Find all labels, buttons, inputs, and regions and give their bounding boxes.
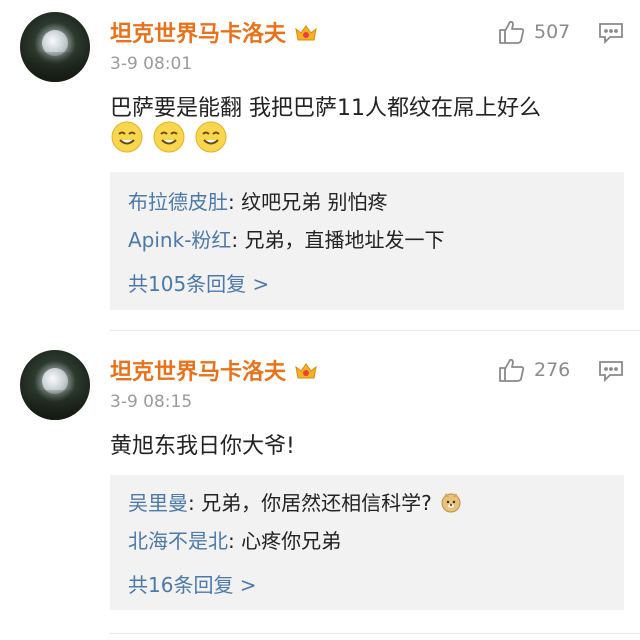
- doge-icon: [441, 493, 461, 513]
- comment-item: 坦克世界马卡洛夫 3-9 08:15 276 黄旭东我日你大爷! 吴里曼: 兄弟…: [0, 340, 640, 640]
- comment-time: 3-9 08:01: [110, 54, 193, 74]
- reply-username[interactable]: 吴里曼: [128, 491, 188, 515]
- reply-item[interactable]: 吴里曼: 兄弟，你居然还相信科学?: [128, 487, 462, 516]
- reply-item[interactable]: Apink-粉红: 兄弟，直播地址发一下: [128, 224, 445, 253]
- reply-box[interactable]: 布拉德皮肚: 纹吧兄弟 别怕疼 Apink-粉红: 兄弟，直播地址发一下 共10…: [110, 172, 624, 310]
- avatar[interactable]: [20, 350, 90, 420]
- reply-box[interactable]: 吴里曼: 兄弟，你居然还相信科学? 北海不是北: 心疼你兄弟 共16条回复 >: [110, 475, 624, 610]
- grin-face-icon: [111, 121, 143, 153]
- reply-text: 兄弟，你居然还相信科学?: [201, 491, 432, 515]
- username-text[interactable]: 坦克世界马卡洛夫: [110, 360, 286, 385]
- reply-username[interactable]: 北海不是北: [128, 529, 228, 553]
- username-text[interactable]: 坦克世界马卡洛夫: [110, 22, 286, 47]
- comment-bubble-icon: [599, 361, 623, 383]
- reply-text: 兄弟，直播地址发一下: [244, 228, 445, 252]
- comment-item: 坦克世界马卡洛夫 3-9 08:01 507 巴萨要是能翻 我把巴萨11人都纹在…: [0, 0, 640, 330]
- grin-face-icon: [153, 121, 185, 153]
- reply-separator: :: [228, 190, 242, 214]
- comment-button[interactable]: [598, 22, 624, 48]
- emoji-row: [110, 120, 228, 154]
- more-replies-link[interactable]: 共105条回复 >: [128, 268, 269, 297]
- reply-item[interactable]: 北海不是北: 心疼你兄弟: [128, 525, 341, 554]
- thumbs-up-icon: [499, 358, 525, 382]
- reply-item[interactable]: 布拉德皮肚: 纹吧兄弟 别怕疼: [128, 186, 387, 215]
- like-count: 507: [534, 21, 571, 43]
- divider: [110, 633, 640, 634]
- reply-separator: :: [231, 228, 245, 252]
- avatar[interactable]: [20, 12, 90, 82]
- reply-text: 纹吧兄弟 别怕疼: [241, 190, 388, 214]
- comment-text: 黄旭东我日你大爷!: [110, 434, 295, 459]
- vip-crown-icon: [295, 363, 317, 379]
- reply-username[interactable]: Apink-粉红: [128, 228, 231, 252]
- comment-time: 3-9 08:15: [110, 392, 193, 412]
- username[interactable]: 坦克世界马卡洛夫: [110, 16, 318, 48]
- comment-bubble-icon: [599, 23, 623, 45]
- reply-text: 心疼你兄弟: [241, 529, 342, 553]
- divider: [110, 330, 640, 331]
- like-count: 276: [534, 359, 571, 381]
- like-button[interactable]: 276: [498, 356, 570, 384]
- reply-separator: :: [188, 491, 202, 515]
- comment-text: 巴萨要是能翻 我把巴萨11人都纹在屌上好么: [110, 96, 541, 121]
- reply-username[interactable]: 布拉德皮肚: [128, 190, 228, 214]
- more-replies-link[interactable]: 共16条回复 >: [128, 569, 257, 598]
- comment-button[interactable]: [598, 360, 624, 386]
- thumbs-up-icon: [499, 20, 525, 44]
- reply-separator: :: [228, 529, 242, 553]
- vip-crown-icon: [295, 25, 317, 41]
- like-button[interactable]: 507: [498, 18, 570, 46]
- grin-face-icon: [195, 121, 227, 153]
- username[interactable]: 坦克世界马卡洛夫: [110, 354, 318, 386]
